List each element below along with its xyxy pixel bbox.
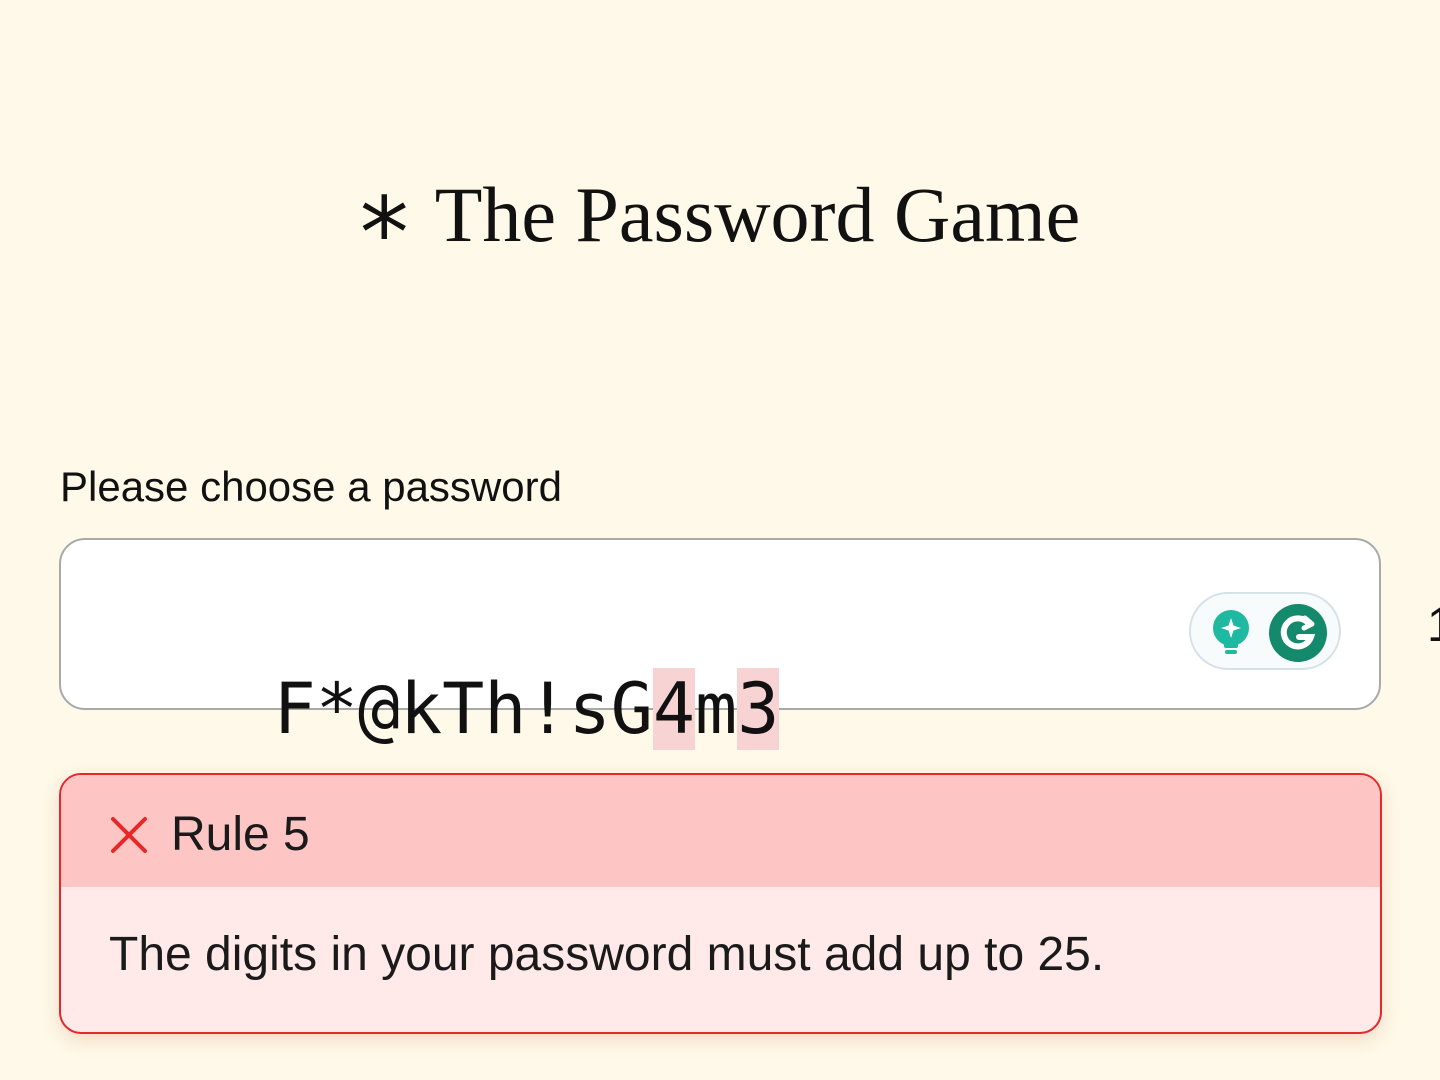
password-segment: F*@kTh!sG	[273, 668, 653, 750]
rule-description: The digits in your password must add up …	[109, 928, 1105, 981]
rule-card: Rule 5 The digits in your password must …	[59, 773, 1382, 1034]
asterisk-icon: *	[359, 177, 409, 291]
rule-header: Rule 5	[61, 775, 1380, 887]
password-segment: m	[695, 668, 738, 750]
x-icon	[111, 817, 147, 853]
lightbulb-icon[interactable]	[1207, 608, 1255, 658]
password-digit-highlight: 4	[652, 668, 696, 750]
rule-title: Rule 5	[171, 808, 310, 861]
password-input[interactable]: F*@kTh!sG4m3	[59, 538, 1381, 750]
title-text: The Password Game	[434, 171, 1081, 258]
cut-off-counter: 1	[1427, 598, 1440, 654]
grammarly-icon[interactable]	[1269, 604, 1327, 662]
password-label: Please choose a password	[60, 463, 562, 510]
password-digit-highlight: 3	[737, 668, 780, 750]
page-title: * The Password Game	[0, 170, 1440, 283]
writing-assistant-widget[interactable]	[1189, 592, 1341, 670]
